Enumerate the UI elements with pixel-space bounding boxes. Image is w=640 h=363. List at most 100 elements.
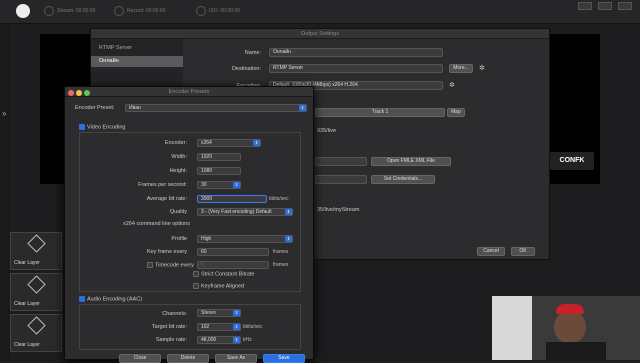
bitrate-field[interactable]: 3000 bbox=[197, 195, 267, 203]
stream-time: Stream: 00:00:00 bbox=[57, 8, 96, 14]
app-logo-icon bbox=[16, 4, 30, 18]
stream-icon bbox=[44, 6, 54, 16]
chevron-down-icon: ⇕ bbox=[285, 236, 292, 242]
ok-button[interactable]: OK bbox=[511, 247, 535, 256]
layer-tile[interactable]: Clear Layer bbox=[10, 232, 62, 270]
fps-select[interactable]: 30 ⇕ bbox=[197, 181, 241, 189]
layer-label: Clear Layer bbox=[14, 301, 40, 307]
destination-label: Destination: bbox=[231, 66, 261, 72]
audio-meter-2[interactable] bbox=[598, 2, 612, 10]
video-encoding-checkbox[interactable]: Video Encoding bbox=[79, 124, 125, 130]
keyframe-field[interactable]: 60 bbox=[197, 248, 269, 256]
audio-meter-1[interactable] bbox=[578, 2, 592, 10]
channels-value: Stereo bbox=[201, 310, 216, 316]
audio-encoding-checkbox[interactable]: Audio Encoding (AAC) bbox=[79, 296, 142, 302]
keyframe-aligned-checkbox[interactable]: Keyframe Aligned bbox=[193, 283, 244, 289]
profile-select[interactable]: High ⇕ bbox=[197, 235, 293, 243]
gear-icon[interactable]: ✲ bbox=[479, 64, 485, 72]
layer-label: Clear Layer bbox=[14, 260, 40, 266]
sidebar-item-online[interactable]: Онлайн bbox=[91, 56, 183, 67]
iso-icon bbox=[196, 6, 206, 16]
audio-meter-3[interactable] bbox=[618, 2, 632, 10]
iso-time: ISO: 00:00:00 bbox=[209, 8, 240, 14]
name-field[interactable]: Онлайн bbox=[269, 48, 443, 57]
cancel-button[interactable]: Cancel bbox=[477, 247, 505, 256]
webcam-hat bbox=[556, 304, 584, 314]
cmd-label: x264 command line options bbox=[123, 221, 190, 227]
target-label: Target bit rate: bbox=[151, 324, 187, 330]
target-select[interactable]: 192 ⇕ bbox=[197, 323, 241, 331]
delete-button[interactable]: Delete bbox=[167, 354, 209, 363]
track-button[interactable]: Track 1 bbox=[315, 108, 445, 117]
top-toolbar: Stream: 00:00:00 Record: 00:00:00 ISO: 0… bbox=[0, 0, 640, 24]
record-icon bbox=[114, 6, 124, 16]
webcam-overlay bbox=[492, 296, 640, 360]
timecode-checkbox[interactable]: Timecode every bbox=[147, 262, 194, 268]
close-button[interactable]: Close bbox=[119, 354, 161, 363]
encoder-value: x264 bbox=[201, 140, 212, 146]
preset-label: Encoder Preset: bbox=[75, 105, 115, 111]
preset-value: Иван bbox=[129, 105, 141, 111]
record-time: Record: 00:00:00 bbox=[127, 8, 166, 14]
timecode-unit: frames bbox=[273, 262, 289, 268]
layer-icon bbox=[26, 316, 46, 335]
encoder-select[interactable]: x264 ⇕ bbox=[197, 139, 261, 147]
save-as-button[interactable]: Save As bbox=[215, 354, 257, 363]
channels-label: Channels: bbox=[162, 311, 187, 317]
bitrate-label: Average bit rate: bbox=[146, 196, 187, 202]
webcam-person bbox=[554, 310, 586, 344]
sample-select[interactable]: 48,000 ⇕ bbox=[197, 336, 241, 344]
width-field[interactable]: 1920 bbox=[197, 153, 241, 161]
sample-value: 48,000 bbox=[201, 337, 217, 343]
profile-label: Profile bbox=[171, 236, 187, 242]
target-unit: kbits/sec bbox=[243, 324, 263, 330]
layer-tile[interactable]: Clear Layer bbox=[10, 314, 62, 352]
iso-status[interactable]: ISO: 00:00:00 bbox=[196, 6, 240, 16]
layer-label: Clear Layer bbox=[14, 342, 40, 348]
timecode-field[interactable]: 0 bbox=[197, 261, 269, 269]
fmle-button[interactable]: Open FMLE XML File bbox=[371, 157, 451, 166]
encoder-presets-window: Encoder Presets Encoder Preset: Иван ⇕ Vi… bbox=[64, 86, 314, 363]
zoom-icon[interactable] bbox=[84, 90, 90, 96]
stream-status[interactable]: Stream: 00:00:00 bbox=[44, 6, 95, 16]
fps-value: 30 bbox=[201, 182, 207, 188]
close-icon[interactable] bbox=[68, 90, 74, 96]
stream-url: 35/live/myStream bbox=[317, 207, 360, 213]
height-field[interactable]: 1080 bbox=[197, 167, 241, 175]
watermark-logo: CONFK bbox=[550, 152, 594, 170]
keyframe-label: Key frame every bbox=[146, 249, 187, 255]
encoding-gear-icon[interactable]: ✲ bbox=[449, 81, 455, 89]
chevron-down-icon: ⇕ bbox=[233, 182, 240, 188]
chevron-down-icon: ⇕ bbox=[285, 209, 292, 215]
quality-value: 3 - (Very Fast encoding) Default bbox=[201, 209, 272, 215]
webcam-background bbox=[492, 296, 532, 360]
check-icon bbox=[79, 124, 85, 130]
quality-select[interactable]: 3 - (Very Fast encoding) Default ⇕ bbox=[197, 208, 293, 216]
set-credentials-button[interactable]: Set Credentials... bbox=[371, 175, 435, 184]
more-button[interactable]: More... bbox=[449, 64, 473, 73]
expand-icon[interactable]: » bbox=[2, 109, 6, 118]
layer-tile[interactable]: Clear Layer bbox=[10, 273, 62, 311]
left-rail: » bbox=[0, 24, 10, 360]
name-label: Name: bbox=[244, 50, 261, 56]
credentials-select[interactable] bbox=[315, 175, 367, 184]
video-label: Video Encoding bbox=[87, 124, 126, 131]
fps-label: Frames per second: bbox=[138, 182, 187, 188]
minimize-icon[interactable] bbox=[76, 90, 82, 96]
checkbox-icon bbox=[193, 271, 199, 277]
checkbox-icon bbox=[147, 262, 153, 268]
destination-select[interactable]: RTMP Server bbox=[269, 64, 443, 73]
chevron-down-icon: ⇕ bbox=[253, 140, 260, 146]
save-button[interactable]: Save bbox=[263, 354, 305, 363]
profile-value: High bbox=[201, 236, 212, 242]
url-field[interactable] bbox=[315, 157, 367, 166]
layer-icon bbox=[26, 275, 46, 294]
audio-label: Audio Encoding (AAC) bbox=[87, 296, 143, 303]
map-button[interactable]: Map bbox=[447, 108, 465, 117]
strict-cbr-checkbox[interactable]: Strict Constant Bitrate bbox=[193, 271, 255, 277]
channels-select[interactable]: Stereo ⇕ bbox=[197, 309, 241, 317]
width-label: Width: bbox=[171, 154, 187, 160]
preset-select[interactable]: Иван ⇕ bbox=[125, 104, 307, 112]
layer-icon bbox=[26, 234, 46, 253]
record-status[interactable]: Record: 00:00:00 bbox=[114, 6, 165, 16]
